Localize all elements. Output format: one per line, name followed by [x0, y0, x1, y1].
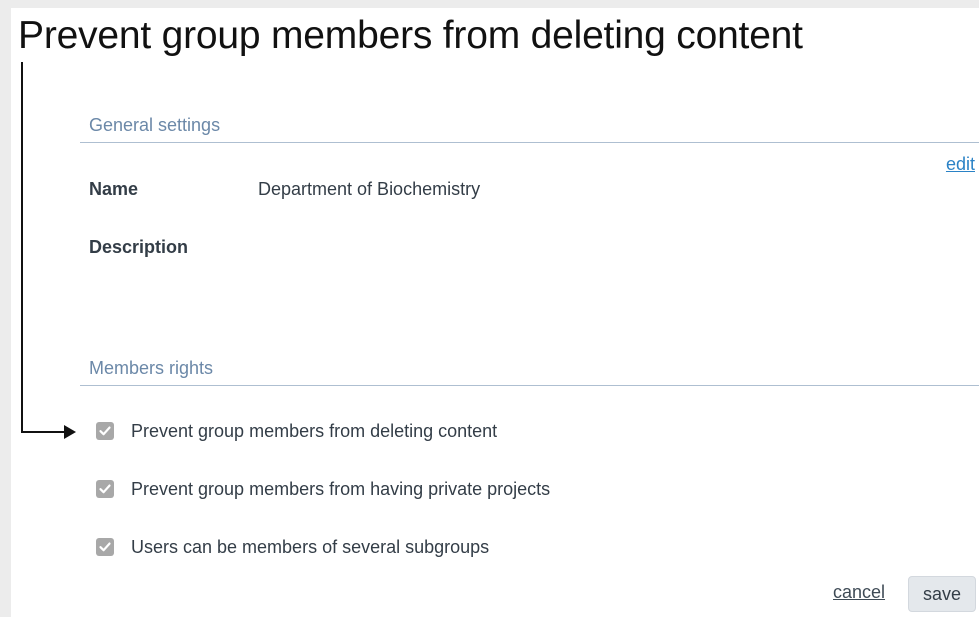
- callout-line-vertical: [21, 62, 23, 432]
- checkbox-prevent-deleting[interactable]: [96, 422, 114, 440]
- callout-line-horizontal: [21, 431, 67, 433]
- arrow-right-icon: [64, 425, 76, 439]
- option-prevent-deleting[interactable]: Prevent group members from deleting cont…: [96, 419, 497, 443]
- option-label: Prevent group members from deleting cont…: [131, 420, 498, 441]
- general-settings-divider: [80, 142, 979, 143]
- option-several-subgroups[interactable]: Users can be members of several subgroup…: [96, 535, 489, 559]
- general-settings-header: General settings: [89, 115, 221, 135]
- cancel-link[interactable]: cancel: [833, 582, 885, 603]
- checkmark-icon: [99, 484, 111, 494]
- page-title: Prevent group members from deleting cont…: [18, 14, 803, 57]
- window-frame-left: [0, 0, 11, 617]
- settings-page: Prevent group members from deleting cont…: [0, 0, 979, 617]
- name-value: Department of Biochemistry: [258, 179, 481, 199]
- name-label: Name: [89, 179, 139, 199]
- edit-link[interactable]: edit: [946, 154, 975, 175]
- option-label: Users can be members of several subgroup…: [131, 536, 490, 557]
- checkmark-icon: [99, 426, 111, 436]
- checkbox-prevent-private-projects[interactable]: [96, 480, 114, 498]
- members-rights-header: Members rights: [89, 358, 214, 378]
- members-rights-divider: [80, 385, 979, 386]
- option-prevent-private-projects[interactable]: Prevent group members from having privat…: [96, 477, 550, 501]
- checkmark-icon: [99, 542, 111, 552]
- checkbox-several-subgroups[interactable]: [96, 538, 114, 556]
- save-button[interactable]: save: [908, 576, 976, 612]
- option-label: Prevent group members from having privat…: [131, 478, 551, 499]
- window-frame-top: [0, 0, 979, 8]
- description-label: Description: [89, 237, 189, 257]
